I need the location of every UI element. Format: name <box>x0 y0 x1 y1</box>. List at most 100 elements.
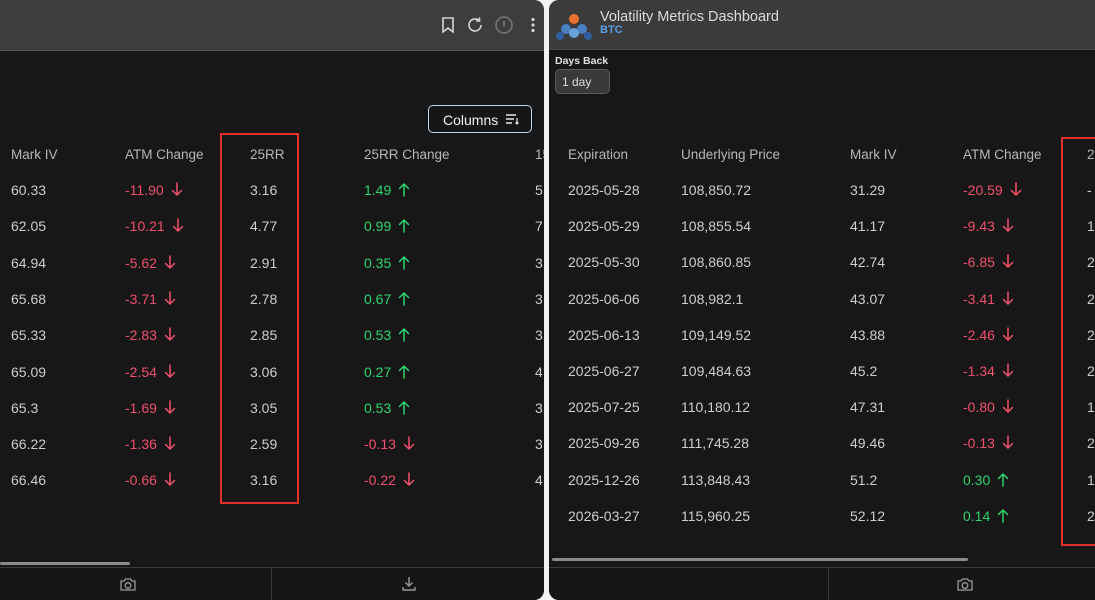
change-cell: -10.21 <box>125 218 185 234</box>
change-cell: 0.27 <box>364 364 411 380</box>
truncated-cell: 3. <box>535 254 544 271</box>
change-cell: -1.36 <box>125 436 177 452</box>
change-value: -3.41 <box>963 290 995 307</box>
column-header[interactable]: Underlying Price <box>681 147 780 162</box>
change-value: 0.30 <box>963 471 991 488</box>
arrow-up-icon <box>996 472 1010 487</box>
change-value: -0.13 <box>963 435 995 452</box>
mark-iv-cell: 43.07 <box>850 290 886 307</box>
days-back-select[interactable]: 1 day <box>555 69 610 94</box>
arrow-down-icon <box>1001 399 1015 414</box>
truncated-cell: 2 <box>1087 290 1095 307</box>
arrow-down-icon <box>163 472 177 487</box>
column-header[interactable]: Mark IV <box>11 147 58 162</box>
change-value: 0.53 <box>364 327 392 344</box>
arrow-down-icon <box>1009 182 1023 197</box>
underlying-price-cell: 115,960.25 <box>681 507 751 524</box>
mark-iv-cell: 65.33 <box>11 327 47 344</box>
arrow-down-icon <box>1001 435 1015 450</box>
change-cell: -9.43 <box>963 218 1015 234</box>
expiration-cell: 2025-07-25 <box>568 399 640 416</box>
change-value: 0.67 <box>364 290 392 307</box>
right-footer <box>549 567 1095 600</box>
change-value: -9.43 <box>963 218 995 235</box>
change-value: -5.62 <box>125 254 157 271</box>
truncated-cell: 1 <box>1087 218 1095 235</box>
change-value: -10.21 <box>125 218 165 235</box>
change-cell: -2.83 <box>125 327 177 343</box>
truncated-cell: 3. <box>535 290 544 307</box>
change-cell: 0.35 <box>364 255 411 271</box>
download-icon[interactable] <box>400 575 418 593</box>
mark-iv-cell: 42.74 <box>850 254 886 271</box>
rr25-cell: 2.78 <box>250 290 278 307</box>
column-header[interactable]: ATM Change <box>125 147 204 162</box>
change-value: -2.54 <box>125 363 157 380</box>
right-panel: Volatility Metrics Dashboard BTC Days Ba… <box>549 0 1095 600</box>
columns-button-label: Columns <box>443 112 499 128</box>
column-header[interactable]: 25RR Change <box>364 147 450 162</box>
left-panel: Columns Mark IV ATM Change 25RR 25RR Change… <box>0 0 544 600</box>
column-header[interactable]: Expiration <box>568 147 628 162</box>
mark-iv-cell: 66.22 <box>11 436 47 453</box>
arrow-down-icon <box>1001 327 1015 342</box>
change-value: 1.49 <box>364 182 392 198</box>
camera-icon[interactable] <box>119 575 137 593</box>
arrow-up-icon <box>397 255 411 270</box>
column-header[interactable]: 2 <box>1087 147 1095 162</box>
left-footer <box>0 567 544 600</box>
change-cell: -11.90 <box>125 182 184 198</box>
mark-iv-cell: 62.05 <box>11 218 47 235</box>
truncated-cell: 2 <box>1087 254 1095 271</box>
truncated-cell: 2 <box>1087 363 1095 379</box>
expiration-cell: 2025-12-26 <box>568 471 640 488</box>
arrow-up-icon <box>397 291 411 306</box>
underlying-price-cell: 108,855.54 <box>681 218 752 235</box>
underlying-price-cell: 108,850.72 <box>681 182 752 198</box>
change-value: -0.80 <box>963 399 995 416</box>
info-icon[interactable] <box>494 15 514 35</box>
footer-divider <box>828 568 829 600</box>
truncated-cell: 3. <box>535 399 544 416</box>
column-header[interactable]: 25RR <box>250 147 285 162</box>
change-value: 0.27 <box>364 363 392 380</box>
column-header[interactable]: Mark IV <box>850 147 897 162</box>
refresh-icon[interactable] <box>465 15 485 35</box>
mark-iv-cell: 65.68 <box>11 290 47 307</box>
expiration-cell: 2025-06-13 <box>568 326 640 343</box>
change-cell: -1.34 <box>963 363 1015 379</box>
truncated-cell: 4. <box>535 472 544 489</box>
change-value: -0.66 <box>125 472 157 489</box>
expiration-cell: 2025-09-26 <box>568 435 640 452</box>
dashboard-subtitle: BTC <box>600 24 623 36</box>
change-cell: 1.49 <box>364 182 411 198</box>
horizontal-scrollbar[interactable] <box>552 558 968 561</box>
change-cell: -5.62 <box>125 255 177 271</box>
mark-iv-cell: 65.09 <box>11 363 47 380</box>
bookmark-icon[interactable] <box>438 15 458 35</box>
columns-button[interactable]: Columns <box>428 105 532 133</box>
more-vertical-icon[interactable] <box>523 15 543 35</box>
expiration-cell: 2025-05-29 <box>568 218 640 235</box>
column-header[interactable]: ATM Change <box>963 147 1042 162</box>
change-cell: -3.41 <box>963 291 1015 307</box>
change-cell: 0.53 <box>364 327 411 343</box>
change-cell: -0.13 <box>963 435 1015 451</box>
mark-iv-cell: 49.46 <box>850 435 886 452</box>
change-value: -1.69 <box>125 399 157 416</box>
change-value: -2.46 <box>963 326 995 343</box>
arrow-down-icon <box>163 291 177 306</box>
column-header[interactable]: 15 <box>535 147 544 162</box>
days-back-value: 1 day <box>562 75 592 89</box>
change-value: -0.13 <box>364 436 396 453</box>
truncated-cell: 3. <box>535 327 544 344</box>
truncated-cell: 7. <box>535 218 544 235</box>
horizontal-scrollbar[interactable] <box>0 562 130 565</box>
arrow-down-icon <box>163 436 177 451</box>
mark-iv-cell: 51.2 <box>850 471 878 488</box>
rr25-cell: 2.85 <box>250 327 278 344</box>
camera-icon[interactable] <box>956 575 974 593</box>
truncated-cell: 2 <box>1087 435 1095 452</box>
rr25-cell: 3.06 <box>250 363 278 380</box>
arrow-down-icon <box>170 182 184 197</box>
